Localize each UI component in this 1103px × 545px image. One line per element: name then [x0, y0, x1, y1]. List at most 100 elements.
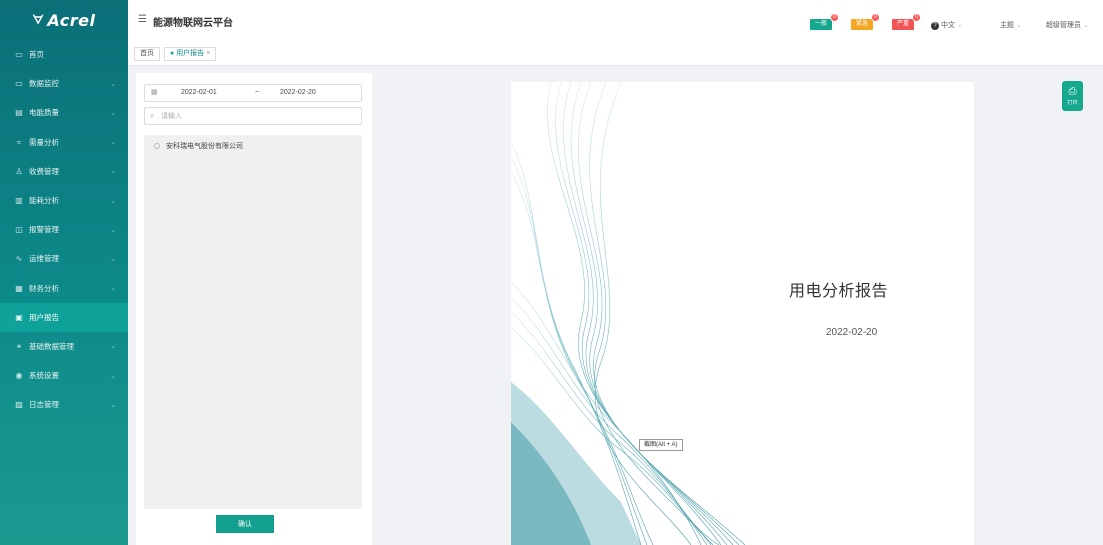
sidebar-item[interactable]: ◉ 系统设置 ⌄ [0, 361, 128, 390]
user-icon: ♙ [15, 166, 23, 176]
sidebar-item[interactable]: ⚹ 基础数据管理 ⌄ [0, 332, 128, 361]
chevron-down-icon: ⌄ [110, 255, 116, 263]
search-box: ⌕ [144, 107, 362, 125]
report-icon: ▣ [15, 312, 23, 322]
calendar-icon: ▦ [151, 89, 158, 96]
sidebar-nav: ▭ 首页 ▭ 数据监控 ⌄ ▤ 电能质量 ⌄ ≈ 需量分析 ⌄ ♙ 收费管理 ⌄ ▥ 能耗分析 ⌄ ◫ 报警管理 ⌄ ∿… [0, 40, 128, 419]
sidebar-item[interactable]: ∿ 运维管理 ⌄ [0, 244, 128, 273]
alarm-normal-count: 0 [830, 13, 840, 22]
logo[interactable]: ᗊ Acrel [0, 0, 128, 40]
sidebar-item-label: 首页 [29, 50, 44, 60]
sidebar-item-label: 财务分析 [29, 283, 59, 293]
date-separator: ~ [255, 89, 260, 96]
chevron-down-icon: ⌄ [956, 22, 963, 29]
logo-mark-icon: ᗊ [32, 12, 45, 27]
report-title: 用电分析报告 [789, 283, 889, 300]
tree-item[interactable]: 安科瑞电气股份有限公司 [154, 141, 243, 151]
alarm-normal-badge[interactable]: 一般 0 [810, 13, 840, 30]
sidebar-item-label: 运维管理 [29, 254, 59, 264]
report-cover-wave-graphic [511, 82, 746, 545]
alarm-severe-count: 0 [912, 13, 922, 22]
chevron-down-icon: ⌄ [110, 372, 116, 380]
alarm-severe-label: 严重 [897, 21, 910, 27]
user-menu[interactable]: 超级管理员 ⌄ [1046, 20, 1089, 30]
chevron-down-icon: ⌄ [110, 80, 116, 88]
filter-panel: ▦ 2022-02-01 ~ 2022-02-20 ⌕ 安科瑞电气股份有限公司 … [136, 73, 372, 545]
radio-icon[interactable] [154, 143, 160, 149]
log-icon: ▨ [15, 400, 23, 410]
chevron-down-icon: ⌄ [110, 343, 116, 351]
sidebar-item-label: 电能质量 [29, 108, 59, 118]
app-title: 能源物联网云平台 [153, 18, 233, 29]
monitor-icon: ▭ [15, 79, 23, 89]
alarm-urgent-badge[interactable]: 紧急 0 [851, 13, 881, 30]
sidebar-item[interactable]: ▦ 财务分析 ⌄ [0, 274, 128, 303]
sidebar-item-label: 需量分析 [29, 137, 59, 147]
bar-chart-icon: ▥ [15, 196, 23, 206]
theme-select[interactable]: 主题 ⌄ [1000, 20, 1022, 30]
alarm-icon: ◫ [15, 225, 23, 235]
data-node-icon: ⚹ [16, 341, 22, 351]
chevron-down-icon: ⌄ [110, 226, 116, 234]
sidebar-item[interactable]: ♙ 收费管理 ⌄ [0, 157, 128, 186]
pulse-icon: ∿ [15, 254, 23, 264]
chevron-down-icon: ⌄ [110, 168, 116, 176]
chevron-down-icon: ⌄ [1082, 22, 1089, 29]
end-date[interactable]: 2022-02-20 [280, 89, 316, 96]
printer-icon: ⎙ [1068, 86, 1077, 97]
settings-icon: ◉ [15, 371, 23, 381]
sidebar-item[interactable]: ◫ 报警管理 ⌄ [0, 215, 128, 244]
logo-text: Acrel [47, 10, 96, 30]
sidebar-item-label: 用户报告 [29, 312, 59, 322]
sidebar-item-label: 能耗分析 [29, 196, 59, 206]
demand-icon: ≈ [16, 137, 22, 147]
language-label: 中文 [940, 22, 955, 29]
search-icon: ⌕ [150, 111, 155, 120]
tree-item-label: 安科瑞电气股份有限公司 [166, 143, 243, 150]
date-range-picker[interactable]: ▦ 2022-02-01 ~ 2022-02-20 [144, 84, 362, 102]
chevron-down-icon: ⌄ [1015, 22, 1022, 29]
finance-chart-icon: ▦ [15, 283, 23, 293]
help-icon: ? [931, 22, 939, 30]
chevron-down-icon: ⌄ [110, 197, 116, 205]
start-date[interactable]: 2022-02-01 [181, 89, 217, 96]
tab-home[interactable]: 首页 [134, 47, 160, 61]
tab-user-report-label: 用户报告 [176, 50, 205, 57]
org-tree: 安科瑞电气股份有限公司 [144, 135, 362, 509]
chevron-down-icon: ⌄ [110, 401, 116, 409]
sidebar-item[interactable]: ▣ 用户报告 [0, 302, 128, 332]
print-button[interactable]: ⎙ 打印 [1062, 81, 1083, 111]
sidebar-item-label: 数据监控 [29, 79, 59, 89]
sidebar-item-label: 报警管理 [29, 225, 59, 235]
sidebar-item[interactable]: ▭ 首页 [0, 40, 128, 69]
breadcrumb: 首页 ● 用户报告 × [134, 47, 217, 61]
alarm-severe-badge[interactable]: 严重 0 [892, 13, 922, 30]
menu-toggle-icon[interactable]: ☰ [138, 14, 147, 25]
chevron-down-icon: ⌄ [110, 285, 116, 293]
report-date: 2022-02-20 [826, 327, 878, 338]
sidebar: ᗊ Acrel ▭ 首页 ▭ 数据监控 ⌄ ▤ 电能质量 ⌄ ≈ 需量分析 ⌄ ♙ 收费管理 ⌄ ▥ 能耗分析… [0, 0, 128, 545]
report-preview: 用电分析报告 2022-02-20 截图(Alt + A) [511, 82, 974, 545]
chevron-down-icon: ⌄ [110, 139, 116, 147]
close-icon[interactable]: × [206, 50, 210, 57]
confirm-button[interactable]: 确认 [216, 515, 274, 533]
sidebar-item[interactable]: ≈ 需量分析 ⌄ [0, 128, 128, 157]
sidebar-item-label: 系统设置 [29, 371, 59, 381]
sidebar-item-label: 基础数据管理 [29, 341, 74, 351]
monitor-icon: ▭ [15, 50, 23, 60]
theme-label: 主题 [1000, 22, 1014, 29]
sidebar-item[interactable]: ▨ 日志管理 ⌄ [0, 390, 128, 419]
sidebar-item[interactable]: ▭ 数据监控 ⌄ [0, 69, 128, 98]
alarm-normal-label: 一般 [815, 21, 828, 27]
search-input[interactable] [161, 110, 356, 122]
top-header: ☰ 能源物联网云平台 首页 ● 用户报告 × 一般 0 紧急 0 严重 0 ? … [128, 0, 1103, 66]
sidebar-item[interactable]: ▤ 电能质量 ⌄ [0, 98, 128, 127]
tab-user-report[interactable]: ● 用户报告 × [164, 47, 217, 61]
alarm-urgent-label: 紧急 [856, 21, 869, 27]
chevron-down-icon: ⌄ [110, 109, 116, 117]
screenshot-tooltip: 截图(Alt + A) [639, 439, 683, 451]
language-select[interactable]: ? 中文 ⌄ [931, 20, 963, 30]
sidebar-item[interactable]: ▥ 能耗分析 ⌄ [0, 186, 128, 215]
alarm-urgent-count: 0 [871, 13, 881, 22]
user-name: 超级管理员 [1046, 22, 1081, 29]
